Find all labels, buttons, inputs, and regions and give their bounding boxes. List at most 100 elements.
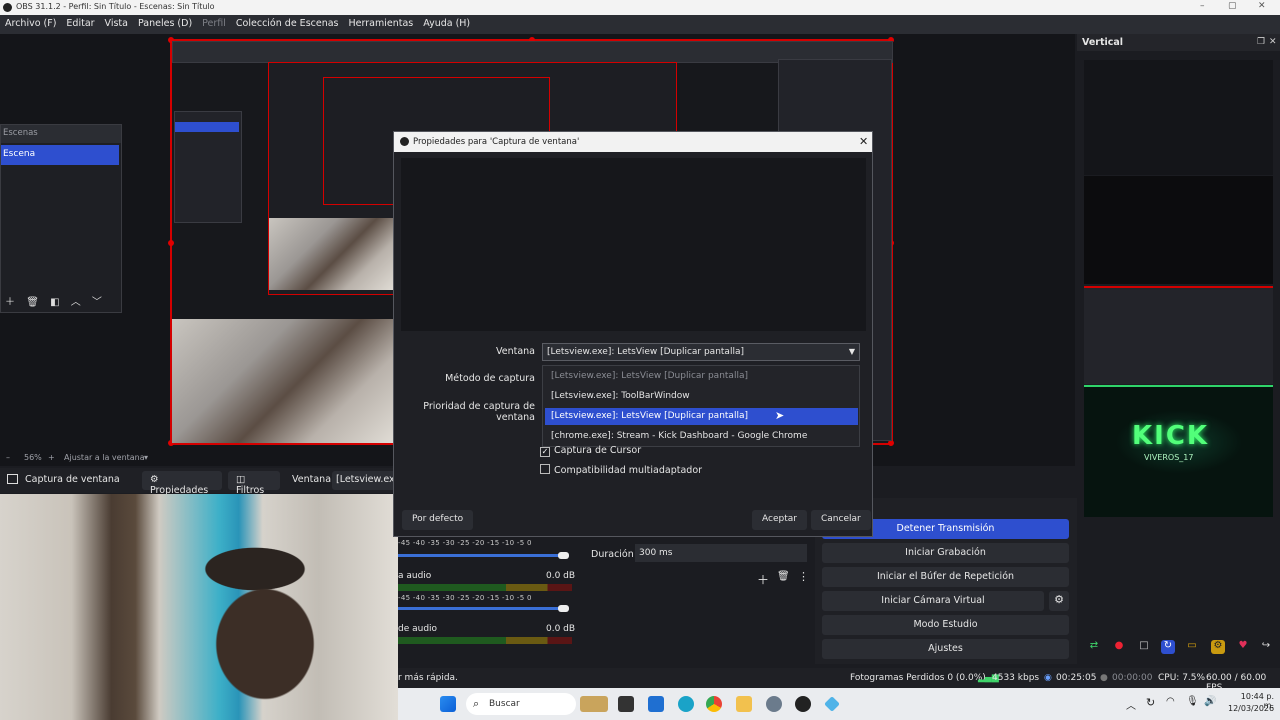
screen-icon[interactable]: ▭ bbox=[1185, 640, 1199, 654]
volume-knob[interactable] bbox=[558, 552, 569, 559]
duration-input[interactable]: 300 ms bbox=[635, 544, 807, 562]
virtual-camera-settings-icon[interactable]: ⚙ bbox=[1049, 591, 1069, 611]
close-icon[interactable]: ✕ bbox=[1269, 37, 1277, 47]
store-icon[interactable] bbox=[648, 696, 664, 712]
heart-icon[interactable]: ♥ bbox=[1236, 640, 1250, 654]
more-icon[interactable]: ⋮ bbox=[798, 570, 809, 583]
mic-icon[interactable]: 🎙 bbox=[1186, 696, 1199, 707]
stream-status-icon[interactable]: ⇄ bbox=[1087, 640, 1101, 654]
stop-icon[interactable]: □ bbox=[1137, 640, 1151, 654]
capture-method-label: Método de captura bbox=[445, 373, 535, 384]
properties-dialog: Propiedades para 'Captura de ventana' ✕ … bbox=[393, 131, 873, 537]
filters-button[interactable]: ◫ Filtros bbox=[228, 471, 280, 496]
chrome-icon[interactable] bbox=[706, 696, 722, 712]
accept-button[interactable]: Aceptar bbox=[752, 510, 807, 530]
close-icon[interactable]: ✕ bbox=[1258, 1, 1266, 11]
minus-icon[interactable]: – bbox=[6, 453, 10, 462]
search-box[interactable]: ⌕ Buscar bbox=[466, 693, 576, 715]
tray-chevron-icon[interactable]: ︿ bbox=[1126, 697, 1136, 712]
float-icon[interactable]: ❐ bbox=[1257, 37, 1265, 47]
add-icon[interactable]: ＋ bbox=[757, 571, 769, 588]
wifi-icon[interactable]: ◠ bbox=[1166, 696, 1175, 707]
capture-cursor-label: Captura de Cursor bbox=[554, 445, 642, 456]
dropdown-option[interactable]: [Letsview.exe]: ToolBarWindow bbox=[545, 388, 858, 405]
add-icon[interactable]: ＋ bbox=[5, 297, 15, 308]
edge-icon[interactable] bbox=[678, 696, 694, 712]
window-field-label: Ventana bbox=[495, 346, 535, 357]
menu-vista[interactable]: Vista bbox=[100, 15, 133, 34]
zoom-plus-icon[interactable]: + bbox=[48, 453, 55, 462]
chevron-down-icon[interactable]: ﹀ bbox=[92, 297, 102, 308]
capture-cursor-checkbox[interactable]: ✓ Captura de Cursor bbox=[540, 445, 641, 457]
record-icon[interactable]: ● bbox=[1112, 640, 1126, 654]
nested-scene-highlight bbox=[175, 122, 239, 132]
menu-ayuda[interactable]: Ayuda (H) bbox=[418, 15, 475, 34]
scene-item[interactable]: Escena bbox=[1, 145, 119, 165]
nested-scenes-panel bbox=[174, 111, 242, 223]
vertical-preview-top bbox=[1084, 60, 1273, 175]
dropdown-option[interactable]: [chrome.exe]: Stream - Kick Dashboard - … bbox=[545, 428, 858, 445]
trash-icon[interactable]: 🗑 bbox=[26, 297, 39, 308]
maximize-icon[interactable]: ▢ bbox=[1228, 1, 1237, 11]
windows-start-icon[interactable] bbox=[440, 696, 456, 712]
volume-slider[interactable] bbox=[398, 554, 568, 557]
sync-tray-icon[interactable]: ↻ bbox=[1146, 696, 1155, 709]
folder-icon[interactable] bbox=[736, 696, 752, 712]
chevron-up-icon[interactable]: ︿ bbox=[71, 297, 81, 308]
multiadapter-label: Compatibilidad multiadaptador bbox=[554, 465, 703, 476]
volume-slider[interactable] bbox=[398, 607, 568, 610]
window-dropdown-value: [Letsview.exe]: LetsView [Duplicar panta… bbox=[547, 347, 744, 357]
channel-name: a audio bbox=[398, 571, 432, 581]
window-capture-icon bbox=[7, 474, 18, 484]
obs-taskbar-icon[interactable] bbox=[795, 696, 811, 712]
dropdown-option[interactable]: [Letsview.exe]: LetsView [Duplicar panta… bbox=[545, 368, 858, 385]
taskview-icon[interactable] bbox=[618, 696, 634, 712]
selected-source-name: Captura de ventana bbox=[25, 474, 120, 485]
studio-mode-button[interactable]: Modo Estudio bbox=[822, 615, 1069, 635]
duration-label: Duración bbox=[591, 549, 634, 560]
title-bar: OBS 31.1.2 - Perfil: Sin Título - Escena… bbox=[0, 0, 1280, 15]
menu-archivo[interactable]: Archivo (F) bbox=[0, 15, 61, 34]
share-icon[interactable]: ↪ bbox=[1259, 640, 1273, 654]
start-recording-button[interactable]: Iniciar Grabación bbox=[822, 543, 1069, 563]
letsview-icon[interactable] bbox=[824, 696, 840, 712]
chevron-down-icon: ▼ bbox=[848, 347, 855, 356]
clock-date[interactable]: 12/03/2026 bbox=[1228, 704, 1274, 713]
multiadapter-checkbox[interactable]: Compatibilidad multiadaptador bbox=[540, 464, 702, 476]
filter-icon[interactable]: ◧ bbox=[50, 297, 59, 308]
menu-herramientas[interactable]: Herramientas bbox=[344, 15, 419, 34]
widget-icon[interactable] bbox=[580, 696, 608, 712]
volume-knob[interactable] bbox=[558, 605, 569, 612]
volume-icon[interactable]: 🔊 bbox=[1204, 696, 1216, 707]
db-scale: -45 -40 -35 -30 -25 -20 -15 -10 -5 0 bbox=[398, 594, 532, 602]
zoom-dropdown-icon[interactable]: ▾ bbox=[144, 453, 148, 462]
menu-perfil[interactable]: Perfil bbox=[197, 15, 231, 34]
menu-coleccion[interactable]: Colección de Escenas bbox=[231, 15, 344, 34]
close-icon[interactable]: ✕ bbox=[859, 135, 868, 148]
cancel-button[interactable]: Cancelar bbox=[811, 510, 871, 530]
zoom-fit[interactable]: Ajustar a la ventana bbox=[64, 453, 145, 462]
settings-gear-icon[interactable] bbox=[766, 696, 782, 712]
minimize-icon[interactable]: – bbox=[1200, 1, 1205, 11]
scenes-panel: Escenas Escena ＋ 🗑 ◧ ︿ ﹀ bbox=[0, 124, 122, 313]
vertical-preview-black bbox=[1084, 176, 1273, 284]
capture-priority-label: Prioridad de captura de ventana bbox=[423, 401, 535, 423]
dialog-titlebar: Propiedades para 'Captura de ventana' ✕ bbox=[394, 132, 872, 152]
window-label: Ventana bbox=[292, 474, 332, 485]
sync-icon[interactable]: ↻ bbox=[1161, 640, 1175, 654]
gear-icon[interactable]: ⚙ bbox=[1211, 640, 1225, 654]
defaults-button[interactable]: Por defecto bbox=[402, 510, 474, 530]
virtual-camera-button[interactable]: Iniciar Cámara Virtual bbox=[822, 591, 1044, 611]
resize-handle[interactable] bbox=[168, 240, 174, 246]
menu-paneles[interactable]: Paneles (D) bbox=[133, 15, 197, 34]
window-select[interactable]: [Letsview.exe]: bbox=[332, 471, 407, 490]
replay-buffer-button[interactable]: Iniciar el Búfer de Repetición bbox=[822, 567, 1069, 587]
trash-icon[interactable]: 🗑 bbox=[777, 571, 790, 582]
search-label: Buscar bbox=[489, 699, 520, 709]
window-dropdown[interactable]: [Letsview.exe]: LetsView [Duplicar panta… bbox=[542, 343, 860, 361]
settings-button[interactable]: Ajustes bbox=[822, 639, 1069, 659]
properties-button[interactable]: ⚙ Propiedades bbox=[142, 471, 222, 496]
vertical-panel: Vertical ❐ ✕ KICK VIVEROS_17 ⇄ ● □ ↻ ▭ ⚙… bbox=[1077, 34, 1280, 664]
menu-editar[interactable]: Editar bbox=[61, 15, 99, 34]
dropdown-option[interactable]: [Letsview.exe]: LetsView [Duplicar panta… bbox=[545, 408, 858, 425]
